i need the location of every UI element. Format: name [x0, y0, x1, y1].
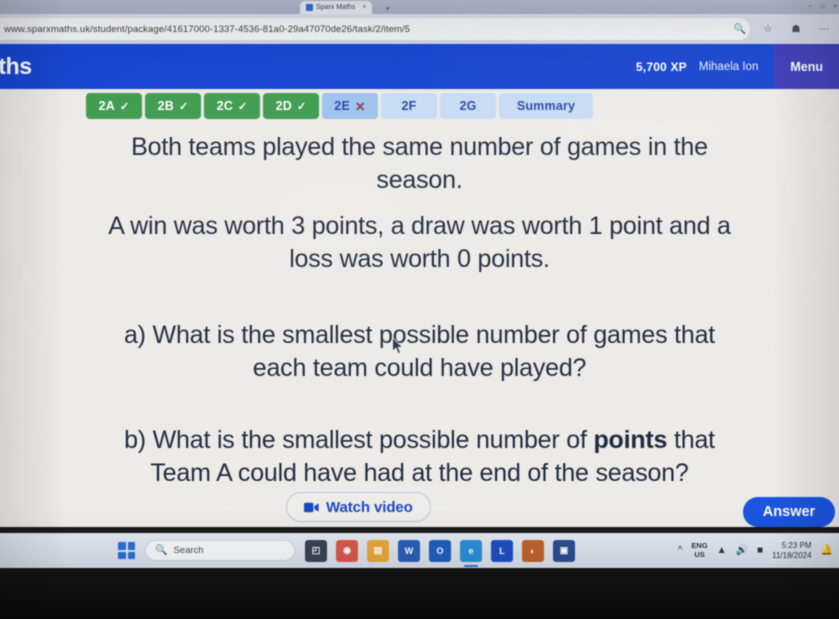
screen: Sparx Maths × + – □ × www.sparxmaths.uk/…	[0, 0, 839, 619]
windows-taskbar: 🔍 Search ◰ ◉ ▤ W Oe L ◐ ▣ ^ ENG US ▲ 🔊 ■ 5:23 P…	[0, 533, 839, 568]
app-header: aths 5,700 XP Mihaela Ion Menu	[0, 44, 839, 89]
language-indicator[interactable]: ENG US	[691, 541, 707, 559]
watch-video-label: Watch video	[326, 498, 413, 516]
watch-video-button[interactable]: Watch video	[286, 492, 431, 522]
tab-title: Sparx Maths	[316, 4, 356, 11]
photos-app-icon[interactable]: ◐	[522, 539, 544, 562]
browser-tab-strip: Sparx Maths × + – □ ×	[0, 0, 839, 14]
taskbar-clock[interactable]: 5:23 PM 11/18/2024	[772, 541, 811, 560]
outlook-icon[interactable]: O	[429, 539, 451, 562]
task-tab-label: 2E	[334, 99, 350, 113]
question-part-a-line-1: a) What is the smallest possible number …	[123, 321, 716, 349]
cross-icon: ✕	[355, 99, 366, 114]
question-stem-line-1: Both teams played the same number of gam…	[131, 133, 708, 161]
taskbar-app-icons: ◰ ◉ ▤ W Oe L ◐ ▣	[305, 539, 575, 567]
copilot-icon[interactable]: ◉	[336, 539, 358, 562]
language-line-2: US	[694, 549, 705, 559]
answer-button[interactable]: Answer	[743, 497, 835, 527]
task-tab-label: 2G	[459, 99, 477, 113]
task-tab-2a[interactable]: 2A ✓	[86, 93, 142, 119]
address-bar-actions: 🔍 ☆ ☗ ⋯	[729, 18, 835, 40]
taskbar-search-input[interactable]: 🔍 Search	[145, 540, 295, 561]
linkedin-app-icon[interactable]: L	[491, 539, 513, 562]
office-icon[interactable]: W	[398, 539, 420, 562]
check-icon: ✓	[178, 100, 189, 113]
window-minimize-button[interactable]: –	[809, 4, 812, 10]
task-view-icon[interactable]: ◰	[305, 539, 327, 562]
browser-tab[interactable]: Sparx Maths ×	[300, 1, 373, 14]
taskbar-center-group: 🔍 Search ◰ ◉ ▤ W Oe L ◐ ▣	[118, 539, 575, 567]
search-placeholder: Search	[173, 545, 204, 556]
task-tab-label: 2D	[275, 99, 292, 113]
windows-start-icon[interactable]	[118, 542, 135, 559]
new-tab-button[interactable]: +	[380, 3, 395, 14]
tab-favicon-icon	[306, 4, 313, 11]
part-b-emphasis: points	[593, 426, 668, 454]
file-explorer-icon[interactable]: ▤	[367, 539, 389, 562]
sparx-maths-logo[interactable]: aths	[0, 53, 32, 80]
question-stem-line-4: loss was worth 0 points.	[289, 244, 550, 273]
ellipsis-icon[interactable]: ⋯	[817, 22, 831, 36]
tab-close-icon[interactable]: ×	[362, 4, 366, 11]
task-tab-2b[interactable]: 2B ✓	[145, 93, 201, 119]
task-tab-2e[interactable]: 2E ✕	[322, 93, 378, 119]
task-tab-2f[interactable]: 2F	[381, 93, 437, 119]
star-icon[interactable]: ☆	[761, 22, 775, 36]
question-part-b-line-2: Team A could have had at the end of the …	[150, 458, 689, 487]
xp-counter: 5,700 XP	[635, 59, 687, 74]
check-icon: ✓	[296, 100, 307, 113]
part-b-prefix: b) What is the smallest possible number …	[124, 426, 594, 454]
edge-icon[interactable]: e	[460, 539, 482, 567]
question-part-a-line-2: each team could have played?	[252, 353, 587, 382]
task-tab-summary[interactable]: Summary	[499, 93, 593, 119]
task-tab-label: 2F	[401, 99, 417, 113]
task-tab-2g[interactable]: 2G	[440, 93, 496, 119]
window-close-button[interactable]: ×	[833, 4, 837, 10]
browser-address-bar: www.sparxmaths.uk/student/package/416170…	[0, 14, 839, 44]
search-icon: 🔍	[155, 545, 168, 556]
clock-date: 11/18/2024	[772, 550, 812, 560]
speaker-icon[interactable]: 🔊	[736, 545, 748, 556]
question-stem-line-3: A win was worth 3 points, a draw was wor…	[108, 212, 731, 240]
task-tab-label: 2C	[216, 99, 233, 113]
check-icon: ✓	[119, 100, 130, 113]
part-b-suffix: that	[667, 426, 715, 454]
clock-time: 5:23 PM	[781, 541, 812, 550]
store-app-icon[interactable]: ▣	[553, 539, 575, 562]
chevron-up-icon[interactable]: ^	[678, 545, 683, 556]
task-tab-2d[interactable]: 2D ✓	[263, 93, 319, 119]
battery-icon[interactable]: ■	[757, 545, 763, 556]
address-input-pill[interactable]: www.sparxmaths.uk/student/package/416170…	[0, 18, 750, 40]
user-name[interactable]: Mihaela Ion	[699, 61, 758, 73]
check-icon: ✓	[237, 100, 248, 113]
question-stem-line-2: season.	[376, 165, 463, 194]
header-right-group: 5,700 XP Mihaela Ion Menu	[636, 44, 839, 89]
video-camera-icon	[304, 502, 319, 513]
question-body: Both teams played the same number of gam…	[0, 123, 839, 527]
window-maximize-button[interactable]: □	[821, 4, 825, 10]
menu-button[interactable]: Menu	[774, 44, 839, 89]
window-controls: – □ ×	[809, 0, 837, 13]
wifi-icon[interactable]: ▲	[717, 545, 727, 556]
system-tray: ^ ENG US ▲ 🔊 ■ 5:23 PM 11/18/2024 🔔	[678, 541, 833, 560]
search-icon[interactable]: 🔍	[733, 22, 747, 36]
task-tab-label: 2B	[157, 99, 174, 113]
task-tab-label: Summary	[516, 99, 576, 113]
task-tab-2c[interactable]: 2C ✓	[204, 93, 260, 119]
monitor-bezel	[0, 568, 839, 619]
task-tab-label: 2A	[98, 99, 115, 113]
bell-icon[interactable]: 🔔	[821, 545, 833, 556]
question-part-b-line-1: b) What is the smallest possible number …	[0, 424, 839, 457]
task-tabs: 2A ✓ 2B ✓ 2C ✓ 2D ✓ 2E ✕ 2F 2G Summary	[0, 89, 839, 123]
collections-icon[interactable]: ☗	[789, 22, 803, 36]
address-input[interactable]: www.sparxmaths.uk/student/package/416170…	[4, 24, 742, 35]
